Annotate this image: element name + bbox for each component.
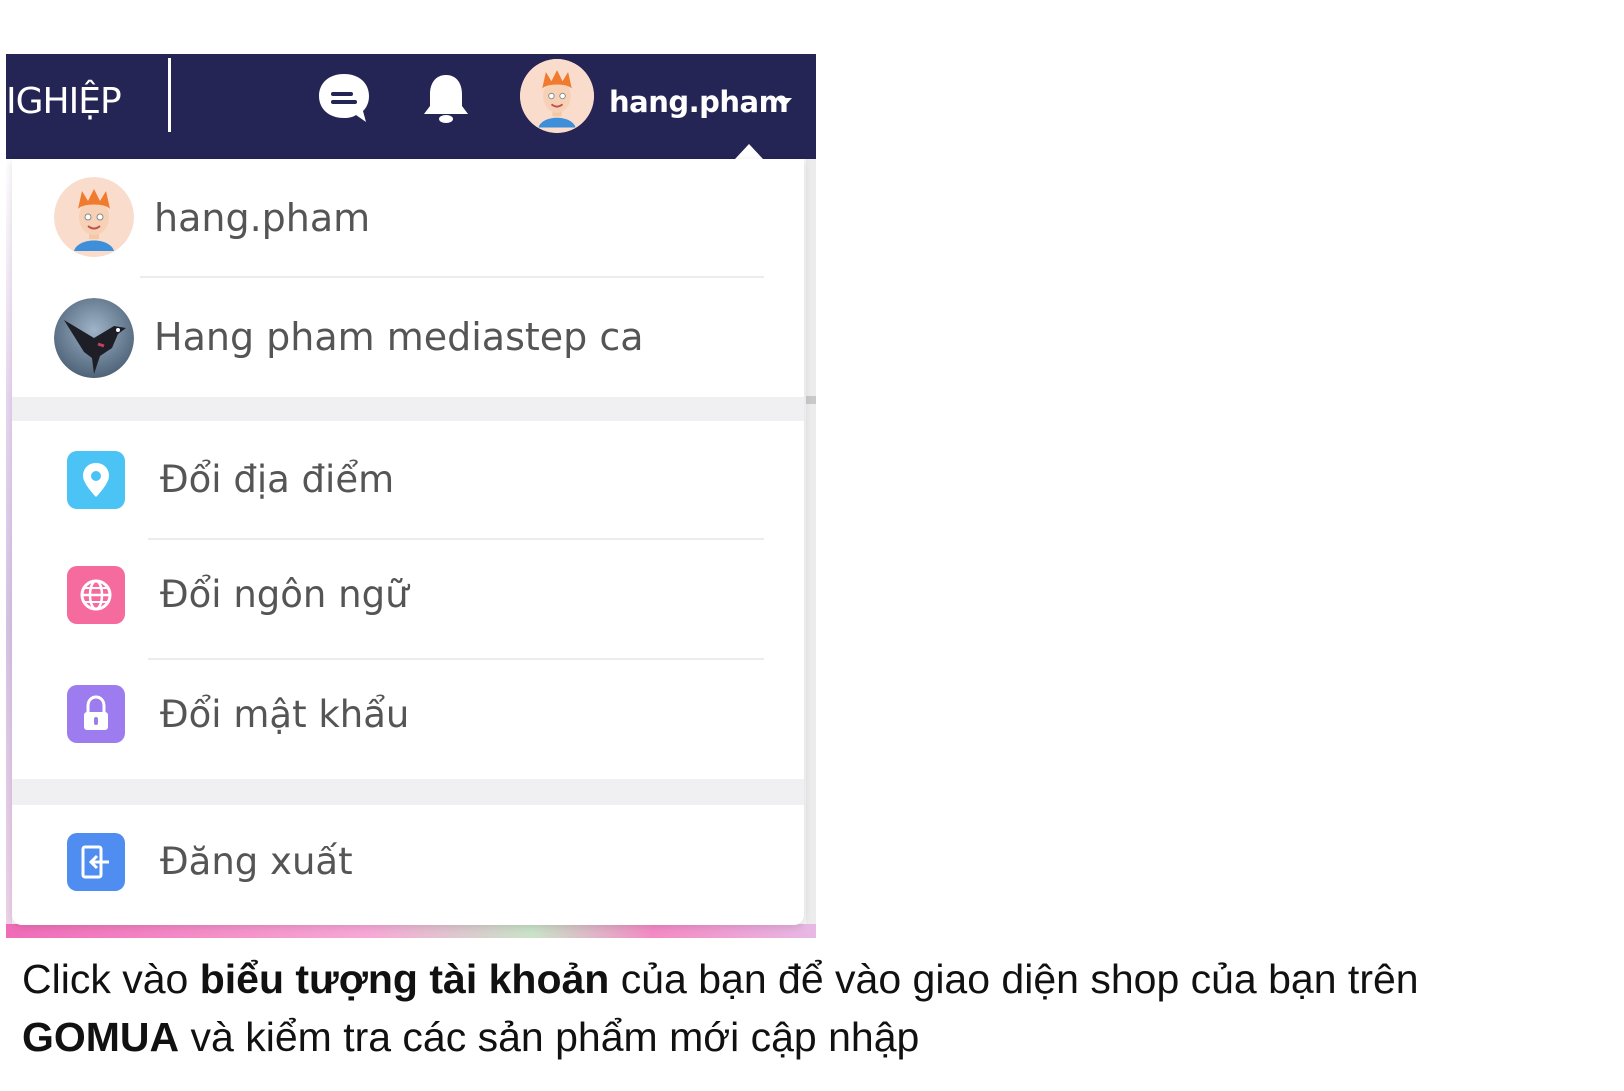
page-scrollbar[interactable] xyxy=(806,159,816,938)
caption-text: và kiểm tra các sản phẩm mới cập nhập xyxy=(179,1014,920,1060)
caption-bold-account-icon: biểu tượng tài khoản xyxy=(199,956,610,1002)
menu-item-label: Đổi mật khẩu xyxy=(160,693,410,736)
bird-avatar xyxy=(54,298,134,378)
menu-item-change-language[interactable]: Đổi ngôn ngữ xyxy=(12,540,804,658)
caption-bold-gomua: GOMUA xyxy=(22,1014,180,1060)
screenshot-panel: IGHIỆP hang.pham hang.pham Hang pham med… xyxy=(6,54,816,938)
caret-down-icon[interactable] xyxy=(776,98,792,107)
bell-icon[interactable] xyxy=(418,70,474,126)
logout-icon xyxy=(67,833,125,891)
account-item-mediastep[interactable]: Hang pham mediastep ca xyxy=(12,278,804,396)
dropdown-pointer xyxy=(735,144,763,159)
section-gap xyxy=(12,779,804,805)
account-avatar[interactable] xyxy=(520,59,594,133)
globe-icon xyxy=(67,566,125,624)
menu-item-label: Đổi địa điểm xyxy=(160,458,395,501)
lock-icon xyxy=(67,685,125,743)
instruction-caption: Click vào biểu tượng tài khoản của bạn đ… xyxy=(22,950,1602,1066)
section-gap xyxy=(12,397,804,421)
account-name: Hang pham mediastep ca xyxy=(154,315,644,359)
menu-item-label: Đổi ngôn ngữ xyxy=(160,573,409,616)
chat-bubble-icon[interactable] xyxy=(316,70,372,126)
top-navbar: IGHIỆP hang.pham xyxy=(6,54,816,159)
navbar-username[interactable]: hang.pham xyxy=(609,72,789,132)
location-pin-icon xyxy=(67,451,125,509)
account-item-hang-pham[interactable]: hang.pham xyxy=(12,159,804,277)
page-background-strip xyxy=(6,924,816,938)
menu-item-label: Đăng xuất xyxy=(160,840,353,883)
account-dropdown-menu: hang.pham Hang pham mediastep ca Đổi địa… xyxy=(12,159,804,925)
brand-text[interactable]: IGHIỆP xyxy=(6,72,122,132)
cartoon-boy-avatar xyxy=(54,177,134,257)
account-name: hang.pham xyxy=(154,196,371,240)
menu-item-change-location[interactable]: Đổi địa điểm xyxy=(12,421,804,539)
caption-text: Click vào xyxy=(22,956,200,1002)
menu-item-change-password[interactable]: Đổi mật khẩu xyxy=(12,660,804,778)
menu-item-logout[interactable]: Đăng xuất xyxy=(12,805,804,925)
caption-text: của bạn để vào giao diện shop của bạn tr… xyxy=(609,956,1419,1002)
navbar-divider xyxy=(168,58,171,132)
